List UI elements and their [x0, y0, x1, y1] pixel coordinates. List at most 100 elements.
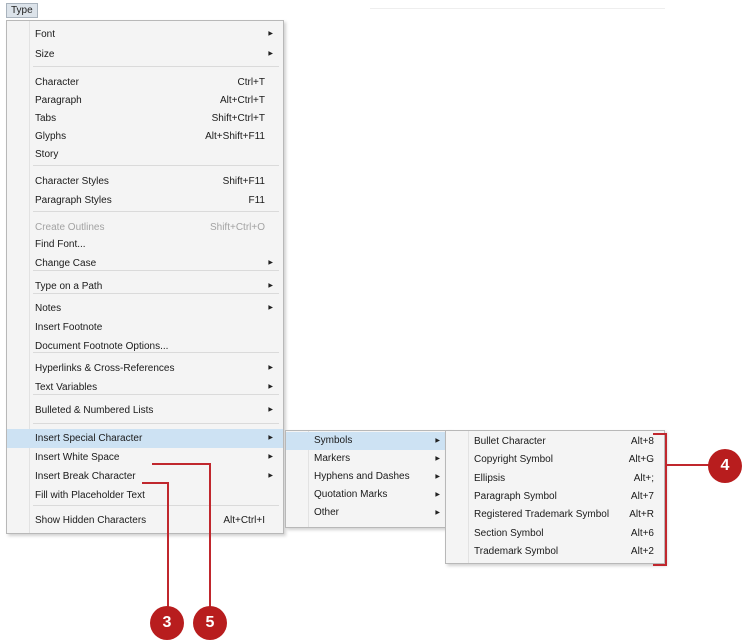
menu-item-character[interactable]: Character Ctrl+T	[7, 73, 283, 92]
menu-item-label: Size	[35, 49, 55, 60]
menu-item-shortcut: Alt+Ctrl+I	[223, 515, 265, 526]
menu-item-insert-special-character[interactable]: Insert Special Character ▶	[7, 429, 283, 448]
submenu-arrow-icon: ▶	[435, 492, 440, 498]
menu-item-insert-footnote[interactable]: Insert Footnote	[7, 318, 283, 337]
symbol-item-bullet-character[interactable]: Bullet Character Alt+8	[446, 433, 664, 451]
menu-item-change-case[interactable]: Change Case ▶	[7, 254, 283, 273]
menu-item-label: Paragraph Styles	[35, 195, 112, 206]
symbol-item-section-symbol[interactable]: Section Symbol Alt+6	[446, 525, 664, 543]
menu-item-shortcut: Alt+;	[633, 472, 654, 484]
menu-item-label: Document Footnote Options...	[35, 341, 169, 352]
menu-item-label: Paragraph Symbol	[474, 490, 557, 502]
menu-separator	[33, 505, 279, 506]
menu-item-label: Registered Trademark Symbol	[474, 509, 610, 521]
menu-item-hyperlinks-cross-references[interactable]: Hyperlinks & Cross-References ▶	[7, 359, 283, 378]
menu-item-shortcut: Shift+Ctrl+T	[211, 113, 265, 124]
menu-item-story[interactable]: Story	[7, 145, 283, 164]
callout-4: 4	[708, 449, 742, 483]
menu-item-label: Type on a Path	[35, 281, 103, 292]
menu-item-text-variables[interactable]: Text Variables ▶	[7, 378, 283, 397]
submenu-item-quotation-marks[interactable]: Quotation Marks ▶	[286, 486, 450, 504]
menu-separator	[33, 165, 279, 166]
menu-item-label: Fill with Placeholder Text	[35, 490, 145, 501]
menu-item-label: Character	[35, 77, 79, 88]
menu-item-label: Show Hidden Characters	[35, 515, 147, 526]
submenu-arrow-icon: ▶	[268, 384, 273, 390]
menu-item-label: Other	[314, 507, 340, 518]
symbol-item-copyright-symbol[interactable]: Copyright Symbol Alt+G	[446, 451, 664, 469]
menu-item-label: Trademark Symbol	[474, 545, 559, 557]
menu-item-label: Insert Break Character	[35, 471, 136, 482]
menu-item-label: Insert Special Character	[35, 433, 143, 444]
menu-separator	[33, 423, 279, 424]
menu-item-glyphs[interactable]: Glyphs Alt+Shift+F11	[7, 127, 283, 146]
callout-3-leader-vertical	[167, 482, 169, 620]
submenu-arrow-icon: ▶	[435, 474, 440, 480]
menu-item-label: Text Variables	[35, 382, 98, 393]
submenu-arrow-icon: ▶	[268, 51, 273, 57]
menu-item-shortcut: Alt+R	[629, 509, 654, 521]
menu-separator	[33, 66, 279, 67]
menu-item-bulleted-numbered-lists[interactable]: Bulleted & Numbered Lists ▶	[7, 401, 283, 420]
symbol-item-registered-trademark-symbol[interactable]: Registered Trademark Symbol Alt+R	[446, 506, 664, 524]
menu-item-label: Bullet Character	[474, 436, 546, 447]
menu-item-type-on-a-path[interactable]: Type on a Path ▶	[7, 277, 283, 296]
menu-item-label: Glyphs	[35, 131, 67, 142]
menu-item-shortcut: Alt+Ctrl+T	[219, 95, 265, 106]
menu-item-insert-white-space[interactable]: Insert White Space ▶	[7, 448, 283, 467]
menu-item-label: Symbols	[314, 435, 353, 446]
callout-3-leader-horizontal	[142, 482, 169, 484]
menu-item-font[interactable]: Font ▶	[7, 25, 283, 44]
menu-item-label: Bulleted & Numbered Lists	[35, 405, 154, 416]
menu-item-paragraph-styles[interactable]: Paragraph Styles F11	[7, 191, 283, 210]
menu-item-label: Change Case	[35, 258, 97, 269]
menu-item-character-styles[interactable]: Character Styles Shift+F11	[7, 172, 283, 191]
menu-item-notes[interactable]: Notes ▶	[7, 299, 283, 318]
menu-separator	[33, 211, 279, 212]
menu-item-label: Insert Footnote	[35, 322, 103, 333]
menu-item-shortcut: Alt+2	[630, 545, 654, 557]
callout-4-leader	[667, 464, 709, 466]
submenu-item-other[interactable]: Other ▶	[286, 504, 450, 522]
menu-item-label: Markers	[314, 453, 351, 464]
symbol-item-paragraph-symbol[interactable]: Paragraph Symbol Alt+7	[446, 488, 664, 506]
submenu-arrow-icon: ▶	[435, 456, 440, 462]
submenu-item-markers[interactable]: Markers ▶	[286, 450, 450, 468]
submenu-item-hyphens-and-dashes[interactable]: Hyphens and Dashes ▶	[286, 468, 450, 486]
menu-item-label: Hyphens and Dashes	[314, 471, 410, 482]
menu-item-shortcut: F11	[248, 195, 266, 206]
menu-item-label: Character Styles	[35, 176, 109, 187]
symbol-item-trademark-symbol[interactable]: Trademark Symbol Alt+2	[446, 543, 664, 561]
submenu-arrow-icon: ▶	[268, 454, 273, 460]
submenu-arrow-icon: ▶	[435, 438, 440, 444]
menu-item-tabs[interactable]: Tabs Shift+Ctrl+T	[7, 109, 283, 128]
background-line	[370, 8, 665, 9]
menu-item-label: Tabs	[35, 113, 57, 124]
insert-special-character-submenu: Symbols ▶ Markers ▶ Hyphens and Dashes ▶ Quota…	[285, 430, 451, 528]
menu-item-show-hidden-characters[interactable]: Show Hidden Characters Alt+Ctrl+I	[7, 511, 283, 530]
submenu-arrow-icon: ▶	[268, 407, 273, 413]
symbol-item-ellipsis[interactable]: Ellipsis Alt+;	[446, 470, 664, 488]
menu-item-shortcut: Shift+F11	[222, 176, 265, 187]
submenu-arrow-icon: ▶	[268, 260, 273, 266]
menu-item-document-footnote-options[interactable]: Document Footnote Options...	[7, 337, 283, 356]
callout-3: 3	[150, 606, 184, 640]
symbols-submenu: Bullet Character Alt+8 Copyright Symbol Alt…	[445, 430, 665, 564]
menu-item-find-font[interactable]: Find Font...	[7, 235, 283, 254]
menu-item-label: Ellipsis	[474, 472, 506, 484]
menu-item-label: Copyright Symbol	[474, 454, 553, 466]
menu-item-shortcut: Alt+7	[630, 490, 654, 502]
menu-item-label: Quotation Marks	[314, 489, 388, 500]
menu-item-label: Font	[35, 29, 56, 40]
submenu-arrow-icon: ▶	[268, 435, 273, 441]
submenu-item-symbols[interactable]: Symbols ▶	[286, 432, 450, 450]
menu-item-shortcut: Alt+Shift+F11	[205, 131, 265, 142]
type-menu-button[interactable]: Type	[6, 3, 38, 18]
menu-item-shortcut: Alt+8	[630, 436, 654, 447]
menu-item-label: Section Symbol	[474, 527, 544, 539]
menu-item-paragraph[interactable]: Paragraph Alt+Ctrl+T	[7, 91, 283, 110]
menu-item-shortcut: Alt+6	[630, 527, 654, 539]
menu-item-fill-with-placeholder-text[interactable]: Fill with Placeholder Text	[7, 486, 283, 505]
menu-item-size[interactable]: Size ▶	[7, 45, 283, 64]
submenu-arrow-icon: ▶	[268, 365, 273, 371]
